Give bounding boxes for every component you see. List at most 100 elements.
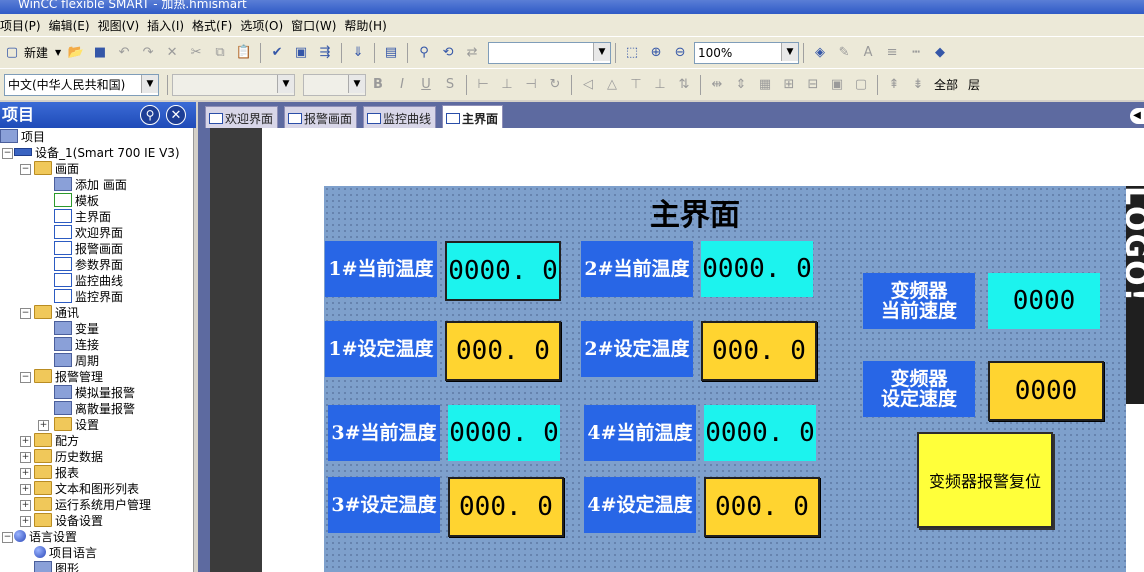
tree-item-analog-alarms[interactable]: 模拟量报警	[54, 384, 135, 400]
same-height-icon[interactable]: ⇕	[731, 75, 751, 95]
collapse-icon[interactable]: −	[20, 308, 31, 319]
zoom-in-icon[interactable]: ⊕	[646, 43, 666, 63]
chevron-down-icon[interactable]: ▼	[593, 42, 611, 61]
menu-help[interactable]: 帮助(H)	[344, 17, 394, 34]
menu-view[interactable]: 视图(V)	[98, 17, 148, 34]
io-field-t4-current[interactable]: 0000. 0	[704, 405, 816, 461]
language-combo[interactable]: 中文(中华人民共和国) ▼	[4, 73, 159, 96]
paste-icon[interactable]: 📋	[234, 43, 254, 63]
expand-icon[interactable]: +	[20, 500, 31, 511]
chevron-down-icon[interactable]: ▼	[277, 74, 294, 93]
label-t1-setpoint[interactable]: 1#设定温度	[325, 321, 437, 377]
menu-edit[interactable]: 编辑(E)	[49, 17, 98, 34]
io-field-t2-setpoint[interactable]: 000. 0	[701, 321, 817, 381]
io-field-t1-setpoint[interactable]: 000. 0	[445, 321, 561, 381]
italic-icon[interactable]: I	[392, 75, 412, 95]
label-t4-setpoint[interactable]: 4#设定温度	[584, 477, 696, 533]
label-t4-current[interactable]: 4#当前温度	[584, 405, 696, 461]
tree-item-text-graphic-lists[interactable]: 文本和图形列表	[34, 480, 139, 496]
font-combo[interactable]: ▼	[172, 73, 295, 96]
align-right-icon[interactable]: ⊣	[521, 75, 541, 95]
save-icon[interactable]: ■	[90, 43, 110, 63]
align-left-icon[interactable]: ⊢	[473, 75, 493, 95]
vfd-alarm-reset-button[interactable]: 变频器报警复位	[917, 432, 1053, 528]
zoom-out-icon[interactable]: ⊖	[670, 43, 690, 63]
tree-item-communication[interactable]: 通讯	[34, 304, 79, 320]
layer-button[interactable]: 层	[968, 76, 980, 93]
tree-item-history[interactable]: 历史数据	[34, 448, 103, 464]
send-back-icon[interactable]: ⇟	[908, 75, 928, 95]
all-layers-button[interactable]: 全部	[934, 76, 958, 93]
tab-alarm-screen[interactable]: 报警画面	[284, 106, 358, 130]
tree-item-monitor-screen[interactable]: 监控界面	[54, 288, 123, 304]
mirror-v-icon[interactable]: △	[602, 75, 622, 95]
menu-project[interactable]: 项目(P)	[0, 17, 49, 34]
compile-icon[interactable]: ▣	[291, 43, 311, 63]
distribute-icon[interactable]: ⇅	[674, 75, 694, 95]
tree-item-add-screen[interactable]: 添加 画面	[54, 176, 127, 192]
expand-icon[interactable]: +	[38, 420, 49, 431]
properties-icon[interactable]: ◆	[930, 43, 950, 63]
underline-icon[interactable]: U	[416, 75, 436, 95]
pin-icon[interactable]: ⚲	[140, 105, 160, 125]
io-field-t3-current[interactable]: 0000. 0	[448, 405, 560, 461]
group-icon[interactable]: ▣	[827, 75, 847, 95]
collapse-icon[interactable]: −	[20, 372, 31, 383]
undo-icon[interactable]: ↶	[114, 43, 134, 63]
cut-icon[interactable]: ✂	[186, 43, 206, 63]
zoom-fit-icon[interactable]: ⬚	[622, 43, 642, 63]
tab-trend-screen[interactable]: 监控曲线	[363, 106, 437, 130]
io-field-vfd-setpoint-speed[interactable]: 0000	[988, 361, 1104, 421]
rotate-icon[interactable]: ↻	[545, 75, 565, 95]
align-center-icon[interactable]: ⊥	[497, 75, 517, 95]
tree-item-template[interactable]: 模板	[54, 192, 99, 208]
io-field-t3-setpoint[interactable]: 000. 0	[448, 477, 564, 537]
tree-item-device-settings[interactable]: 设备设置	[34, 512, 103, 528]
tree-item-cycles[interactable]: 周期	[54, 352, 99, 368]
close-icon[interactable]: ✕	[166, 105, 186, 125]
same-size-icon[interactable]: ▦	[755, 75, 775, 95]
align-top-icon[interactable]: ⊤	[626, 75, 646, 95]
tree-item-param-screen[interactable]: 参数界面	[54, 256, 123, 272]
tree-item-alarm-settings[interactable]: 设置	[54, 416, 99, 432]
tree-item-discrete-alarms[interactable]: 离散量报警	[54, 400, 135, 416]
download-icon[interactable]: ⇓	[348, 43, 368, 63]
menu-format[interactable]: 格式(F)	[192, 17, 240, 34]
expand-icon[interactable]: +	[20, 484, 31, 495]
ungroup-icon[interactable]: ▢	[851, 75, 871, 95]
center-icon[interactable]: ⊞	[779, 75, 799, 95]
line-width-icon[interactable]: ≡	[882, 43, 902, 63]
replace-icon[interactable]: ⟲	[438, 43, 458, 63]
new-icon[interactable]: ▢	[2, 43, 22, 63]
tree-item-screens[interactable]: 画面	[34, 160, 79, 176]
expand-icon[interactable]: +	[20, 516, 31, 527]
label-vfd-current-speed[interactable]: 变频器 当前速度	[863, 273, 975, 329]
tree-item-language-settings[interactable]: 语言设置	[14, 528, 77, 544]
collapse-icon[interactable]: −	[20, 164, 31, 175]
label-vfd-setpoint-speed[interactable]: 变频器 设定速度	[863, 361, 975, 417]
tree-item-connections[interactable]: 连接	[54, 336, 99, 352]
label-t2-current[interactable]: 2#当前温度	[581, 241, 693, 297]
zoom-combo[interactable]: 100% ▼	[694, 41, 800, 64]
label-t3-current[interactable]: 3#当前温度	[328, 405, 440, 461]
same-width-icon[interactable]: ⇹	[707, 75, 727, 95]
redo-icon[interactable]: ↷	[138, 43, 158, 63]
delete-icon[interactable]: ✕	[162, 43, 182, 63]
label-t2-setpoint[interactable]: 2#设定温度	[581, 321, 693, 377]
menu-window[interactable]: 窗口(W)	[291, 17, 344, 34]
font-color-icon[interactable]: A	[858, 43, 878, 63]
tree-item-project-languages[interactable]: 项目语言	[34, 544, 97, 560]
tree-item-trend-screen[interactable]: 监控曲线	[54, 272, 123, 288]
tree-item-main-screen[interactable]: 主界面	[54, 208, 111, 224]
new-dropdown-icon[interactable]: ▼	[54, 43, 62, 63]
tree-item-user-admin[interactable]: 运行系统用户管理	[34, 496, 151, 512]
expand-icon[interactable]: +	[20, 452, 31, 463]
tree-item-recipes[interactable]: 配方	[34, 432, 79, 448]
expand-icon[interactable]: +	[20, 468, 31, 479]
check-icon[interactable]: ✔	[267, 43, 287, 63]
tab-welcome-screen[interactable]: 欢迎界面	[205, 106, 279, 130]
bold-icon[interactable]: B	[368, 75, 388, 95]
align-bottom-icon[interactable]: ⊥	[650, 75, 670, 95]
io-field-t1-current[interactable]: 0000. 0	[445, 241, 561, 301]
menu-options[interactable]: 选项(O)	[240, 17, 291, 34]
